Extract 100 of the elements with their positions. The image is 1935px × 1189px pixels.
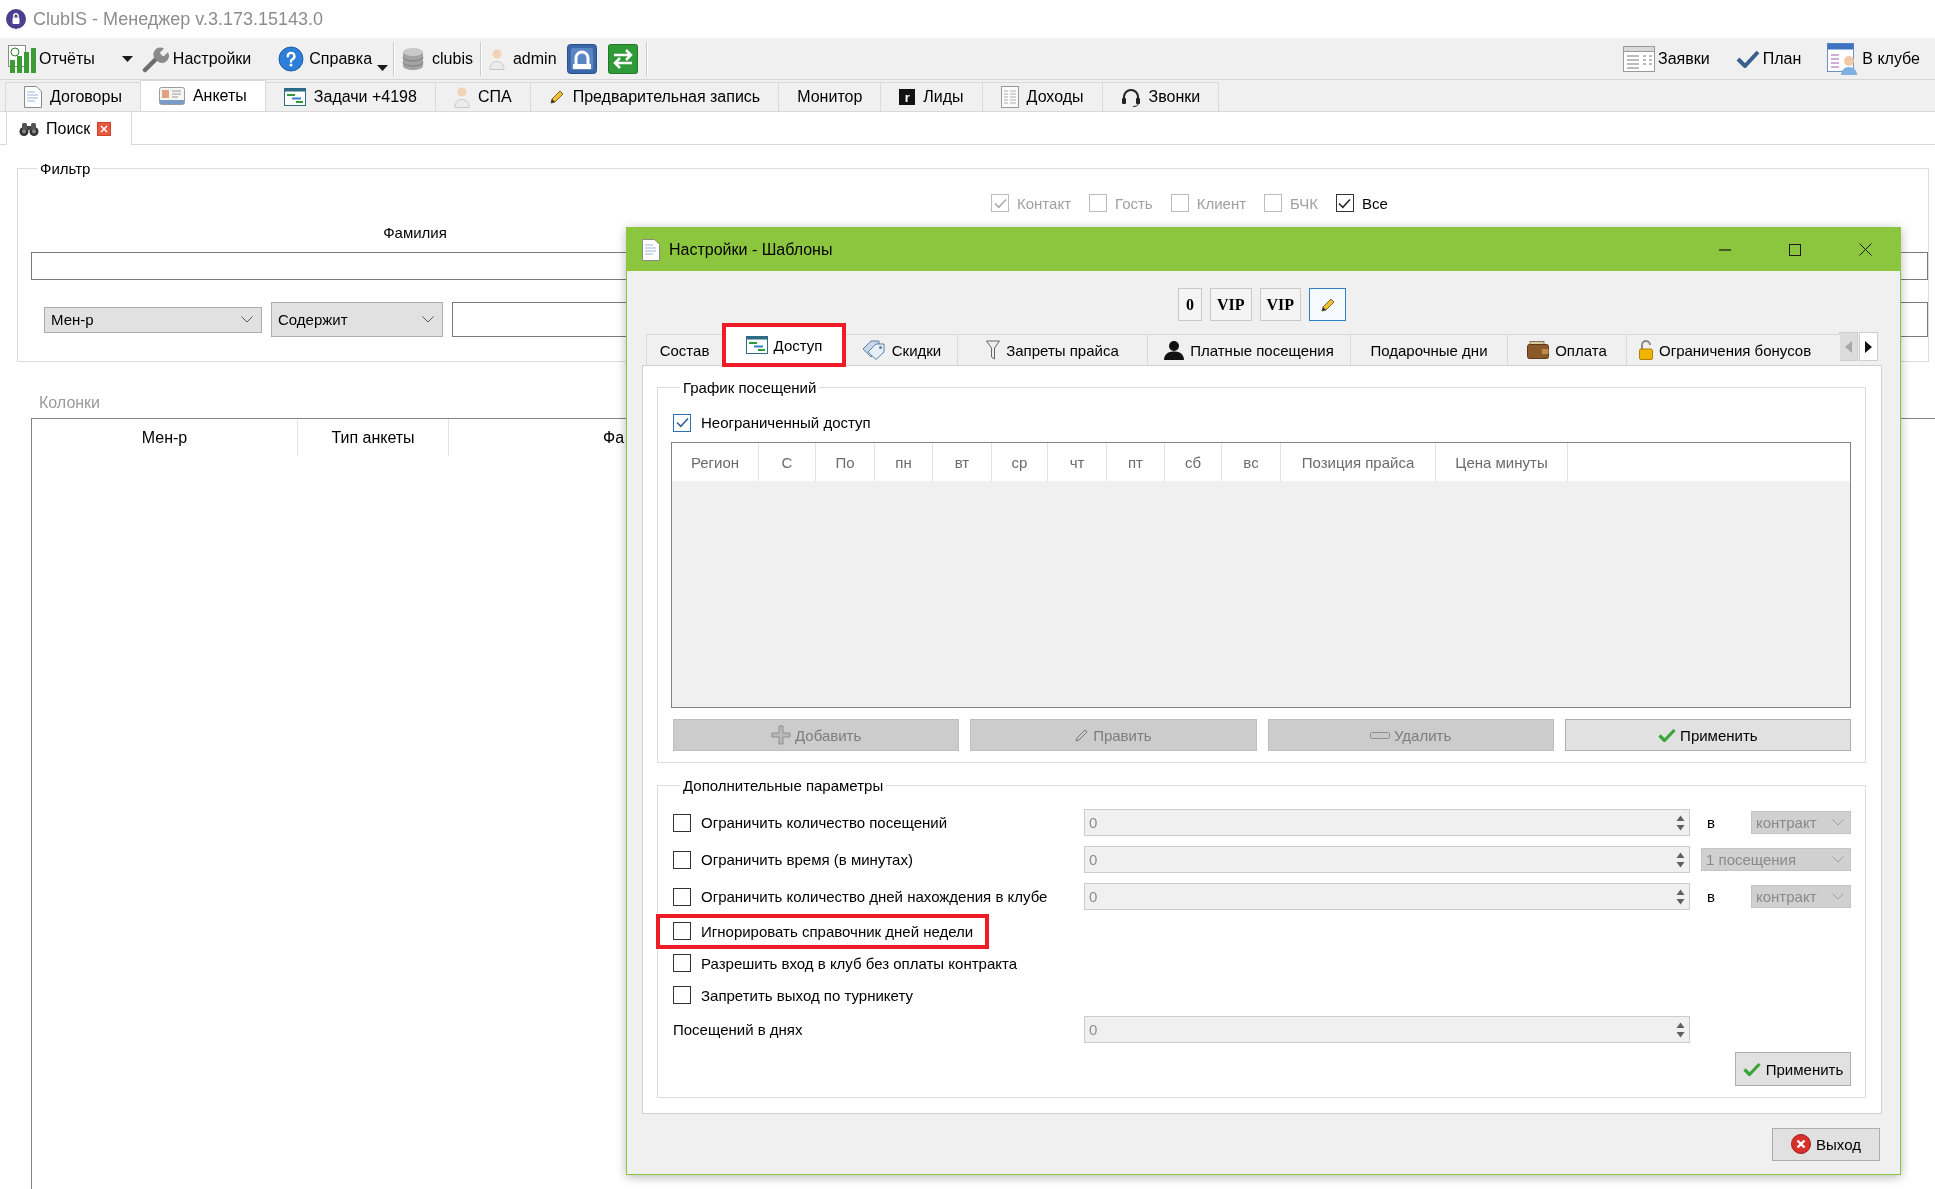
- checkbox[interactable]: [673, 813, 691, 832]
- status-label: clubis: [432, 49, 473, 68]
- user-icon: [488, 47, 505, 70]
- chevron-down-icon: [241, 316, 253, 323]
- person-card-icon: [1827, 42, 1860, 75]
- dialog-title: Настройки - Шаблоны: [669, 240, 833, 259]
- wallet-icon: [1527, 341, 1550, 359]
- close-icon[interactable]: [97, 121, 112, 136]
- edit-button[interactable]: [1309, 288, 1347, 321]
- user-icon: [453, 86, 470, 108]
- template-button[interactable]: VIP: [1259, 288, 1302, 321]
- column-header[interactable]: вс: [1222, 443, 1281, 481]
- tab[interactable]: Состав: [646, 334, 723, 365]
- check-icon: [1742, 1062, 1761, 1076]
- tab[interactable]: Доступ: [722, 323, 846, 367]
- caret-down-icon[interactable]: [121, 55, 133, 62]
- chevron-down-icon: [1832, 819, 1844, 826]
- swap-arrows-icon[interactable]: [607, 43, 638, 74]
- bar-chart-icon: [8, 44, 36, 73]
- maximize-icon[interactable]: [1789, 243, 1801, 256]
- gantt-chart-icon: [283, 88, 306, 106]
- gantt-chart-icon: [745, 336, 768, 354]
- group-title: Фильтр: [39, 160, 92, 177]
- checkbox-label: Контакт: [1017, 194, 1071, 212]
- column-header[interactable]: С: [759, 443, 816, 481]
- status-label: admin: [512, 49, 557, 68]
- scroll-right-button[interactable]: [1859, 332, 1878, 361]
- checkbox-label: Ограничить время (в минутах): [701, 851, 913, 868]
- checkbox[interactable]: [673, 850, 691, 869]
- column-header[interactable]: чт: [1048, 443, 1107, 481]
- toolbar-button[interactable]: Справка: [275, 40, 389, 77]
- column-header[interactable]: Позиция прайса: [1281, 443, 1436, 481]
- field-label: Посещений в днях: [673, 1021, 803, 1038]
- cancel-icon: [1791, 1134, 1812, 1154]
- tab[interactable]: Договоры: [5, 82, 141, 111]
- padlock-icon[interactable]: [566, 43, 597, 74]
- column-header[interactable]: Тип анкеты: [298, 419, 449, 456]
- checkbox[interactable]: [673, 887, 691, 906]
- minus-icon: [1370, 731, 1390, 739]
- document-icon: [24, 86, 42, 108]
- column-header[interactable]: По: [816, 443, 875, 481]
- checkbox[interactable]: [673, 413, 691, 432]
- open-padlock-icon: [1639, 340, 1653, 360]
- column-header[interactable]: Регион: [672, 443, 759, 481]
- chevron-down-icon: [1832, 893, 1844, 900]
- tab[interactable]: Анкеты: [139, 80, 266, 111]
- checkbox-label: Ограничить количество дней нахождения в клубе: [701, 888, 1048, 905]
- headset-icon: [1120, 87, 1141, 107]
- column-header[interactable]: вт: [933, 443, 992, 481]
- dropdown[interactable]: Мен-р: [44, 306, 262, 333]
- wrench-icon: [140, 44, 169, 73]
- unit-label: в: [1707, 888, 1715, 905]
- action-button[interactable]: Применить: [1564, 719, 1851, 751]
- apply-button[interactable]: Применить: [1735, 1052, 1851, 1086]
- help-icon: [278, 45, 305, 72]
- plus-icon: [770, 725, 791, 745]
- exit-button[interactable]: Выход: [1772, 1127, 1880, 1161]
- column-header[interactable]: пн: [875, 443, 933, 481]
- minimize-icon[interactable]: [1719, 248, 1731, 251]
- toolbar-button[interactable]: Настройки: [137, 40, 255, 77]
- section-title: Колонки: [39, 394, 101, 412]
- toolbar-button[interactable]: Заявки: [1620, 40, 1713, 77]
- column-header[interactable]: Мен-р: [32, 419, 298, 456]
- chevron-down-icon: [1832, 856, 1844, 863]
- checkbox[interactable]: [1335, 194, 1354, 212]
- dropdown[interactable]: Содержит: [271, 302, 443, 337]
- pencil-icon: [1075, 728, 1090, 742]
- tab[interactable]: СПА: [434, 82, 531, 111]
- toolbar-button[interactable]: Отчёты: [5, 40, 98, 77]
- tab[interactable]: Звонки: [1101, 82, 1220, 111]
- binoculars-icon: [19, 121, 39, 136]
- template-button[interactable]: VIP: [1209, 288, 1252, 321]
- arrow-right-icon: [1865, 340, 1872, 353]
- column-header[interactable]: ср: [992, 443, 1048, 481]
- column-header[interactable]: Цена минуты: [1436, 443, 1568, 481]
- checkbox[interactable]: [673, 986, 691, 1004]
- checkbox-label: Разрешить вход в клуб без оплаты контракта: [701, 954, 1017, 972]
- template-button[interactable]: 0: [1177, 288, 1202, 321]
- checkbox[interactable]: [673, 922, 691, 940]
- tab[interactable]: Доходы: [981, 82, 1103, 111]
- checkbox-label: Запретить выход по турникету: [701, 986, 913, 1004]
- window-title: ClubIS - Менеджер v.3.173.15143.0: [33, 8, 324, 30]
- logo-mark: r: [899, 89, 916, 105]
- tab[interactable]: Поиск: [6, 112, 133, 145]
- checkbox-label: БЧК: [1290, 194, 1318, 212]
- ledger-icon: [1000, 86, 1019, 108]
- database-icon: [402, 46, 425, 71]
- toolbar-button[interactable]: План: [1732, 40, 1805, 77]
- toolbar-button[interactable]: В клубе: [1824, 40, 1923, 77]
- column-header[interactable]: пт: [1107, 443, 1165, 481]
- checkmark-icon: [675, 417, 689, 428]
- checkbox-label: Все: [1361, 194, 1388, 212]
- arrow-left-icon: [1845, 340, 1852, 353]
- checkbox-label: Клиент: [1196, 194, 1247, 212]
- document-icon: [642, 238, 660, 261]
- close-icon[interactable]: [1858, 243, 1872, 256]
- column-header[interactable]: сб: [1165, 443, 1222, 481]
- funnel-icon: [986, 340, 1001, 360]
- checkbox[interactable]: [673, 954, 691, 972]
- checkbox-label: Игнорировать справочник дней недели: [701, 922, 974, 940]
